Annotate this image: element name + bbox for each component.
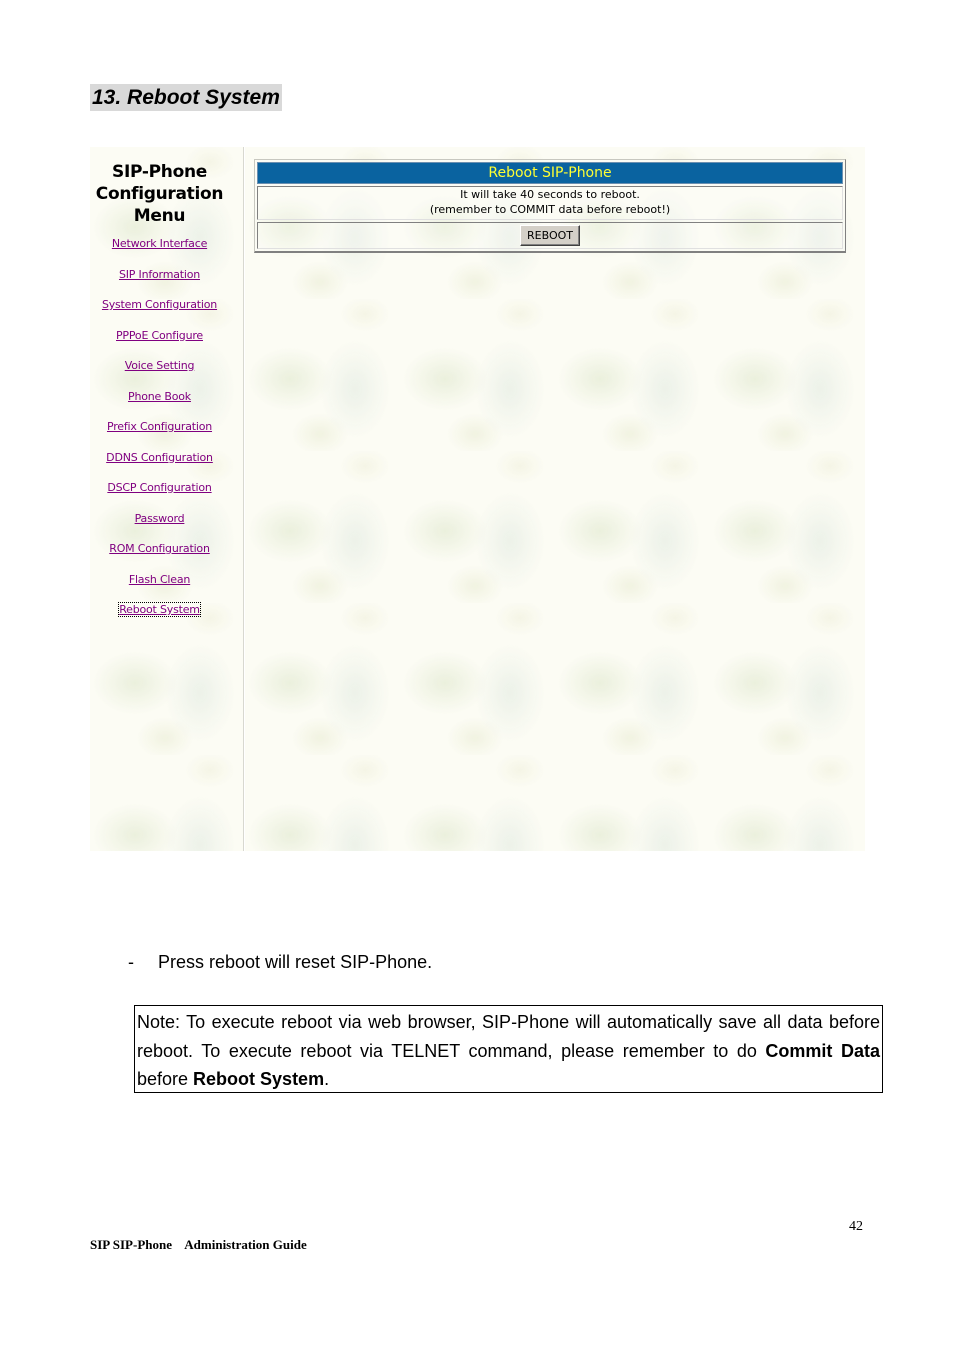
menu-item-reboot-system: Reboot System	[90, 602, 229, 633]
reboot-panel: Reboot SIP-Phone It will take 40 seconds…	[254, 159, 846, 253]
menu-item-network-interface: Network Interface	[90, 236, 229, 267]
note-bold-reboot-system: Reboot System	[193, 1069, 325, 1089]
menu-item-ddns-configuration: DDNS Configuration	[90, 450, 229, 481]
menu-link-reboot-system[interactable]: Reboot System	[118, 602, 201, 617]
menu-item-password: Password	[90, 511, 229, 542]
menu-link-phone-book[interactable]: Phone Book	[128, 390, 191, 403]
menu-item-dscp-configuration: DSCP Configuration	[90, 480, 229, 511]
menu-link-flash-clean[interactable]: Flash Clean	[129, 573, 191, 586]
menu-link-voice-setting[interactable]: Voice Setting	[125, 359, 195, 372]
menu-item-sip-information: SIP Information	[90, 267, 229, 298]
menu-title: SIP-Phone Configuration Menu	[90, 161, 229, 227]
menu-item-prefix-configuration: Prefix Configuration	[90, 419, 229, 450]
reboot-action-row: REBOOT	[257, 222, 843, 249]
page-number: 42	[849, 1219, 863, 1234]
menu-link-pppoe-configure[interactable]: PPPoE Configure	[116, 329, 203, 342]
reboot-button[interactable]: REBOOT	[520, 225, 580, 246]
menu-item-rom-configuration: ROM Configuration	[90, 541, 229, 572]
menu-item-voice-setting: Voice Setting	[90, 358, 229, 389]
menu-link-network-interface[interactable]: Network Interface	[112, 237, 207, 250]
reboot-message: It will take 40 seconds to reboot. (reme…	[257, 186, 843, 220]
menu-title-line: Menu	[133, 206, 186, 226]
bullet-item: - Press reboot will reset SIP-Phone.	[128, 951, 432, 973]
sidebar-menu: SIP-Phone Configuration Menu Network Int…	[90, 147, 243, 851]
sidebar-divider	[243, 147, 245, 851]
panel-title: Reboot SIP-Phone	[257, 162, 843, 184]
menu-item-phone-book: Phone Book	[90, 389, 229, 420]
menu-link-system-configuration[interactable]: System Configuration	[102, 298, 217, 311]
note-box: Note: To execute reboot via web browser,…	[134, 1005, 883, 1093]
menu-item-pppoe-configure: PPPoE Configure	[90, 328, 229, 359]
menu-item-system-configuration: System Configuration	[90, 297, 229, 328]
menu-link-ddns-configuration[interactable]: DDNS Configuration	[106, 451, 213, 464]
note-text: before	[137, 1069, 194, 1089]
bullet-text: Press reboot will reset SIP-Phone.	[158, 952, 433, 972]
footer-title: SIP SIP-Phone Administration Guide	[90, 1237, 307, 1252]
menu-title-line: SIP-Phone	[112, 162, 207, 182]
bullet-marker: -	[128, 952, 134, 972]
menu-item-flash-clean: Flash Clean	[90, 572, 229, 603]
menu-link-dscp-configuration[interactable]: DSCP Configuration	[107, 481, 211, 494]
menu-link-prefix-configuration[interactable]: Prefix Configuration	[107, 420, 212, 433]
menu-link-sip-information[interactable]: SIP Information	[119, 268, 200, 281]
note-text: .	[324, 1069, 330, 1089]
reboot-message-line: It will take 40 seconds to reboot.	[460, 188, 640, 201]
reboot-message-line: (remember to COMMIT data before reboot!)	[429, 202, 671, 216]
menu-link-rom-configuration[interactable]: ROM Configuration	[109, 542, 210, 555]
menu-list: Network Interface SIP Information System…	[90, 236, 229, 633]
note-bold-commit-data: Commit Data	[765, 1040, 880, 1061]
menu-link-password[interactable]: Password	[135, 512, 185, 525]
section-heading: 13. Reboot System	[90, 84, 282, 111]
menu-title-line: Configuration	[95, 184, 224, 204]
web-ui-screenshot: SIP-Phone Configuration Menu Network Int…	[90, 147, 865, 851]
